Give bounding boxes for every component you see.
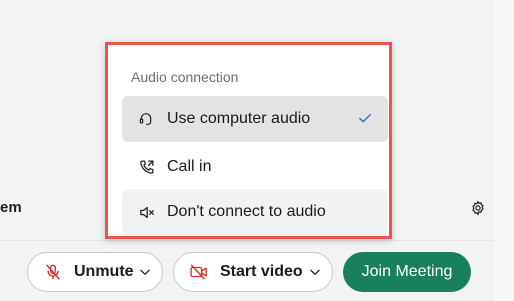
partial-label: em xyxy=(0,199,22,216)
start-video-button[interactable]: Start video xyxy=(173,252,333,292)
panel-divider xyxy=(0,240,494,241)
audio-menu-heading: Audio connection xyxy=(131,69,239,85)
menu-item-label: Don't connect to audio xyxy=(167,203,326,220)
headset-icon xyxy=(136,109,156,129)
start-video-label: Start video xyxy=(220,263,303,280)
microphone-muted-icon xyxy=(42,261,64,283)
audio-menu-body: Audio connection Use computer audio Call… xyxy=(115,52,388,235)
chevron-down-icon[interactable] xyxy=(308,265,322,279)
checkmark-icon xyxy=(356,109,374,127)
join-meeting-button[interactable]: Join Meeting xyxy=(343,252,471,292)
right-edge xyxy=(494,0,514,301)
menu-item-call-in[interactable]: Call in xyxy=(122,144,388,190)
menu-item-label: Call in xyxy=(167,158,212,175)
speaker-mute-icon xyxy=(136,202,156,222)
menu-item-dont-connect-audio[interactable]: Don't connect to audio xyxy=(122,189,388,235)
menu-item-use-computer-audio[interactable]: Use computer audio xyxy=(122,96,388,142)
phone-call-icon xyxy=(136,157,156,177)
unmute-label: Unmute xyxy=(74,263,134,280)
meeting-preview-stage: em Audio connection Use computer audio C… xyxy=(0,0,514,301)
chevron-down-icon[interactable] xyxy=(138,265,152,279)
unmute-button[interactable]: Unmute xyxy=(27,252,163,292)
gear-icon[interactable] xyxy=(467,197,489,219)
video-off-icon xyxy=(188,261,210,283)
audio-connection-menu: Audio connection Use computer audio Call… xyxy=(105,42,392,239)
menu-item-label: Use computer audio xyxy=(167,110,311,127)
